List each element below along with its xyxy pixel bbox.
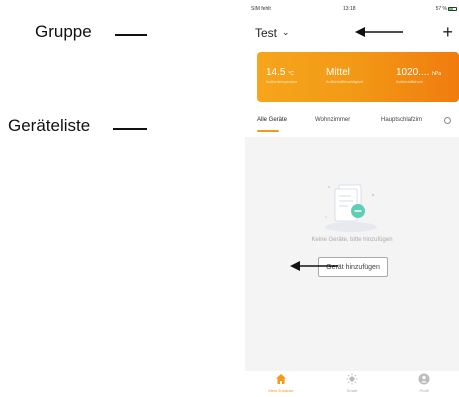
tab-all-devices[interactable]: Alle Geräte [257, 117, 287, 123]
header: Test ⌄ + [245, 22, 459, 44]
status-battery-percent: 57 % [435, 6, 447, 12]
weather-temperature-value: 14.5 [266, 67, 286, 78]
group-title[interactable]: Test [255, 26, 277, 40]
weather-pressure: 1020.... hPa Außenluftdruck [396, 67, 441, 84]
nav-home-label: Mein Zuhause [268, 388, 294, 393]
weather-card[interactable]: 14.5 °C Außentemperatur Mittel Außenluft… [257, 52, 459, 102]
weather-humidity: Mittel Außenluftfeuchtigkeit [326, 67, 363, 84]
sun-icon [346, 373, 358, 385]
profile-icon [418, 373, 430, 385]
add-button[interactable]: + [442, 22, 453, 43]
phone-screen: SIM fehlt 13:18 57 % Test ⌄ + 14.5 °C Au… [245, 0, 459, 397]
nav-smart-label: Smart [346, 388, 358, 393]
annotation-arrow-add-device [290, 261, 338, 271]
annotation-geraeteliste-line [113, 128, 147, 130]
tab-living-room[interactable]: Wohnzimmer [315, 117, 350, 123]
weather-temperature-unit: °C [288, 71, 294, 77]
nav-profile-label: Profil [419, 388, 429, 393]
battery-icon [448, 7, 457, 11]
room-settings-icon[interactable] [444, 117, 451, 124]
nav-smart[interactable]: Smart [332, 373, 372, 393]
annotation-gruppe: Gruppe [35, 22, 92, 41]
annotation-gruppe-line [115, 34, 147, 36]
status-carrier: SIM fehlt [251, 6, 271, 12]
status-time: 13:18 [343, 6, 356, 12]
weather-temperature: 14.5 °C Außentemperatur [266, 67, 297, 84]
weather-pressure-value: 1020.... [396, 67, 430, 78]
nav-home[interactable]: Mein Zuhause [261, 373, 301, 393]
bottom-nav: Mein Zuhause Smart Profil [245, 371, 459, 397]
weather-pressure-unit: hPa [432, 71, 442, 77]
tab-active-indicator [257, 130, 279, 132]
annotation-arrow-group [355, 27, 403, 37]
nav-profile[interactable]: Profil [404, 373, 444, 393]
empty-state-message: Keine Geräte, bitte hinzufügen [311, 237, 393, 243]
weather-temperature-label: Außentemperatur [266, 79, 298, 84]
home-icon [276, 374, 286, 384]
weather-pressure-label: Außenluftdruck [396, 79, 423, 84]
tab-master-bedroom[interactable]: Hauptschlafzim [381, 117, 422, 123]
device-list: Keine Geräte, bitte hinzufügen Gerät hin… [245, 137, 459, 371]
status-bar: SIM fehlt 13:18 57 % [245, 6, 459, 16]
room-tabs: Alle Geräte Wohnzimmer Hauptschlafzim [245, 117, 459, 133]
weather-humidity-label: Außenluftfeuchtigkeit [326, 79, 364, 84]
chevron-down-icon[interactable]: ⌄ [282, 27, 290, 38]
annotation-geraeteliste: Geräteliste [8, 116, 91, 135]
empty-devices-illustration [325, 184, 377, 232]
weather-humidity-value: Mittel [326, 67, 350, 78]
